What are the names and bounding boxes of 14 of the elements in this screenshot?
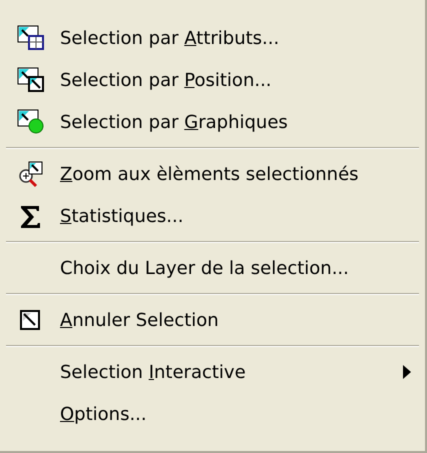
menu-item[interactable]: Zoom aux èlèments selectionnés: [0, 153, 425, 195]
zoom-icon: [16, 160, 44, 188]
menu-item[interactable]: Selection par Graphiques: [0, 101, 425, 143]
menu-item[interactable]: Selection par Position...: [0, 59, 425, 101]
menu-item[interactable]: Statistiques...: [0, 195, 425, 237]
select-table-icon: [16, 24, 44, 52]
menu-item[interactable]: Choix du Layer de la selection...: [0, 247, 425, 289]
select-graphic-icon: [16, 108, 44, 136]
menu-item[interactable]: Selection par Attributs...: [0, 17, 425, 59]
menu-item[interactable]: Annuler Selection: [0, 299, 425, 341]
submenu-arrow-icon: [403, 365, 411, 379]
select-position-icon: [16, 66, 44, 94]
menu-item[interactable]: Options...: [0, 393, 425, 435]
menu-item[interactable]: Selection Interactive: [0, 351, 425, 393]
